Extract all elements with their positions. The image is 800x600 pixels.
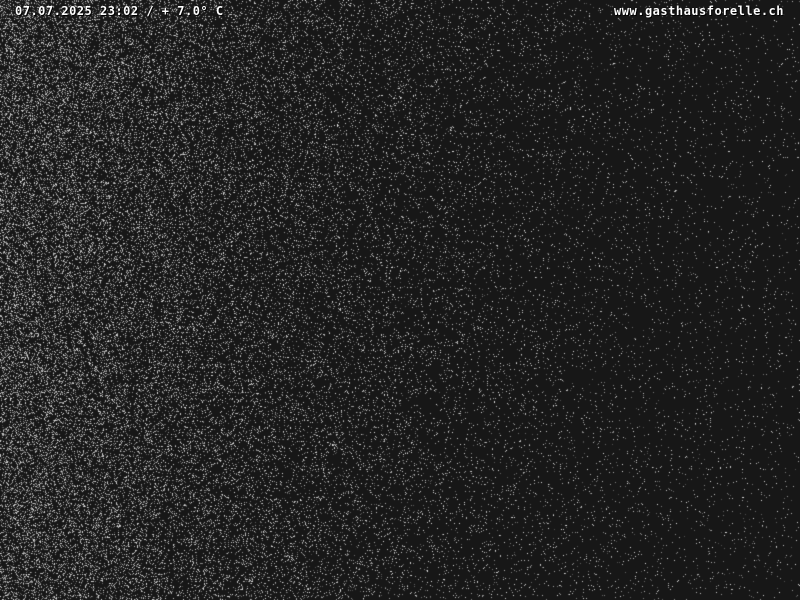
source-url-overlay: www.gasthausforelle.ch: [614, 4, 784, 18]
separator-text: /: [146, 4, 155, 18]
timestamp-text: 07.07.2025 23:02: [15, 4, 139, 18]
webcam-frame: 07.07.2025 23:02 / + 7.0° C www.gasthaus…: [0, 0, 800, 600]
timestamp-temperature-overlay: 07.07.2025 23:02 / + 7.0° C: [15, 4, 224, 18]
night-camera-noise-image: [0, 0, 800, 600]
temperature-text: + 7.0° C: [161, 4, 224, 18]
